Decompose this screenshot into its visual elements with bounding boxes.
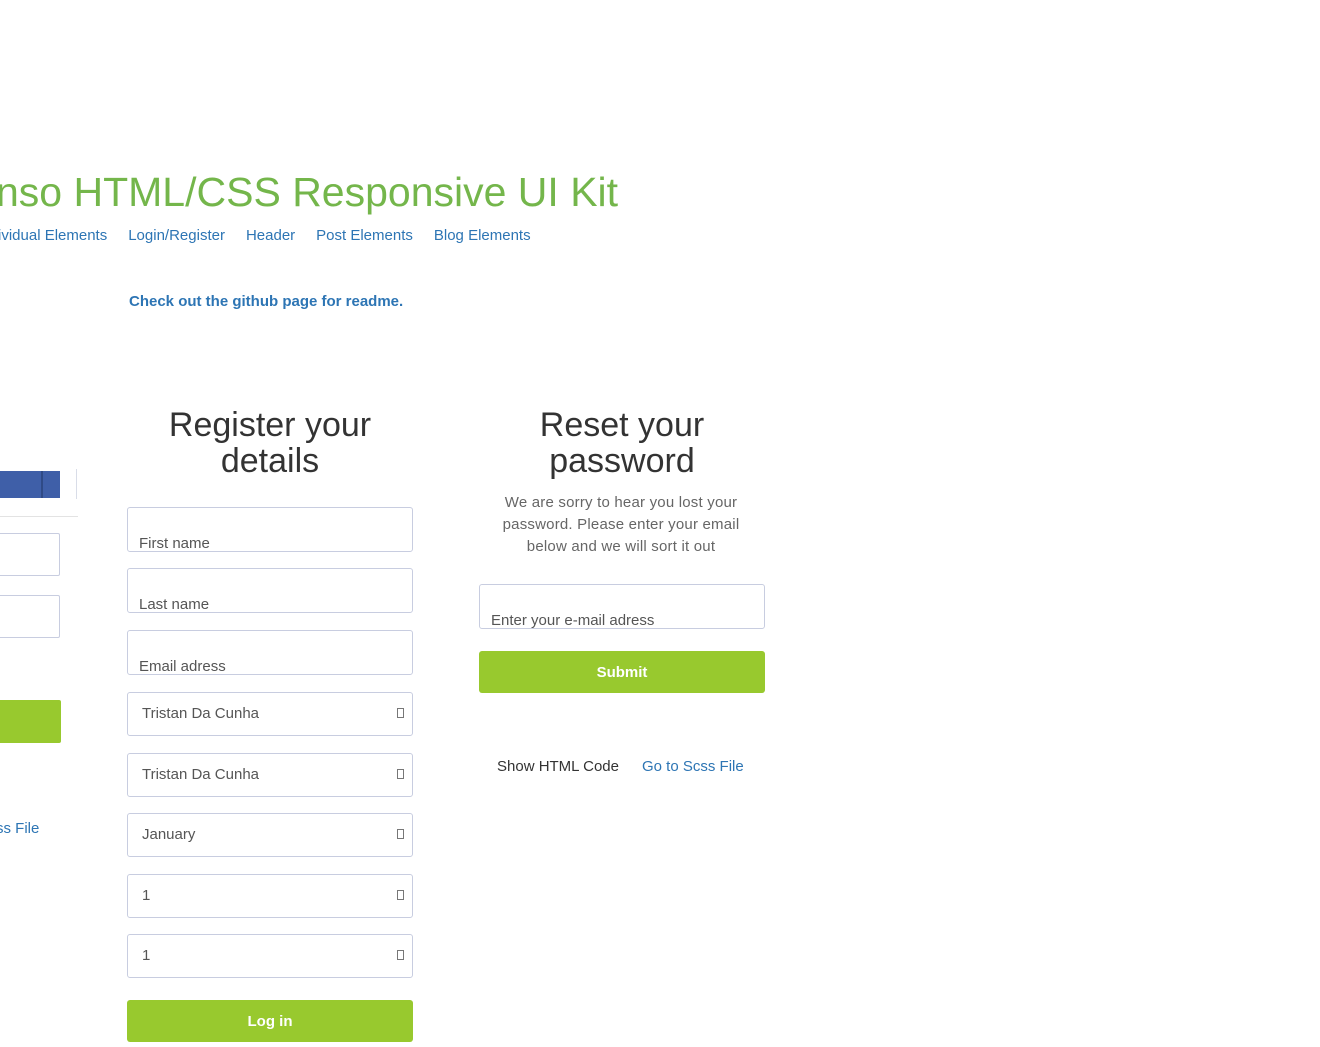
dropdown-arrow-icon	[397, 708, 404, 718]
nav-post-elements[interactable]: Post Elements	[316, 226, 413, 246]
select-value: Tristan Da Cunha	[142, 705, 259, 722]
dropdown-arrow-icon	[397, 890, 404, 900]
select-value: Tristan Da Cunha	[142, 766, 259, 783]
nav-blog-elements[interactable]: Blog Elements	[434, 226, 531, 246]
register-title: Register your details	[168, 406, 372, 480]
day-select[interactable]: 1	[127, 874, 413, 918]
login-submit-button[interactable]	[0, 700, 61, 743]
social-separator	[76, 469, 77, 499]
reset-submit-button[interactable]: Submit	[479, 651, 765, 693]
reset-email-input[interactable]	[479, 584, 765, 629]
first-name-input[interactable]	[127, 507, 413, 552]
divider	[0, 516, 78, 517]
readme-link[interactable]: Check out the github page for readme.	[129, 292, 403, 312]
login-username-input[interactable]	[0, 533, 60, 576]
facebook-login-button[interactable]	[0, 471, 60, 498]
month-select[interactable]: January	[127, 813, 413, 857]
year-select[interactable]: 1	[127, 934, 413, 978]
last-name-input[interactable]	[127, 568, 413, 613]
select-value: 1	[142, 887, 151, 904]
nav-individual-elements[interactable]: ividual Elements	[0, 226, 107, 246]
main-nav: ividual Elements Login/Register Header P…	[0, 226, 552, 246]
email-input[interactable]	[127, 630, 413, 675]
nav-login-register[interactable]: Login/Register	[128, 226, 225, 246]
dropdown-arrow-icon	[397, 829, 404, 839]
social-button-divider	[41, 471, 43, 498]
select-value: 1	[142, 947, 151, 964]
site-title: nso HTML/CSS Responsive UI Kit	[0, 169, 619, 215]
login-password-input[interactable]	[0, 595, 60, 638]
page: nso HTML/CSS Responsive UI Kit ividual E…	[0, 0, 1320, 1047]
region-select[interactable]: Tristan Da Cunha	[127, 753, 413, 797]
dropdown-arrow-icon	[397, 950, 404, 960]
reset-title: Reset your password	[539, 406, 705, 480]
select-value: January	[142, 826, 196, 843]
nav-header[interactable]: Header	[246, 226, 295, 246]
dropdown-arrow-icon	[397, 769, 404, 779]
left-scss-link[interactable]: ss File	[0, 819, 39, 839]
scss-file-link[interactable]: Go to Scss File	[642, 757, 744, 777]
register-submit-button[interactable]: Log in	[127, 1000, 413, 1042]
country-select[interactable]: Tristan Da Cunha	[127, 692, 413, 736]
show-html-code-button[interactable]: Show HTML Code	[497, 757, 619, 777]
reset-description: We are sorry to hear you lost your passw…	[502, 494, 740, 555]
